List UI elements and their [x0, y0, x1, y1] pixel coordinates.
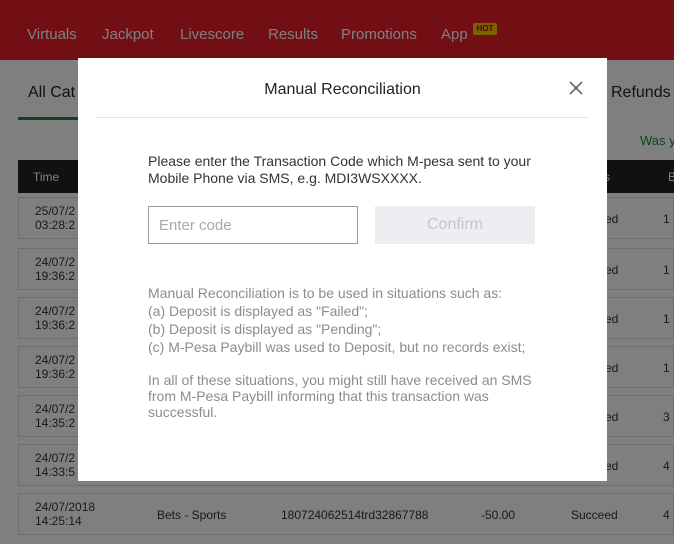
help-line: (c) M-Pesa Paybill was used to Deposit, … — [148, 339, 526, 355]
close-icon — [569, 81, 583, 95]
dialog-divider — [96, 117, 589, 118]
transaction-code-input[interactable] — [148, 206, 358, 244]
help-text: Manual Reconciliation is to be used in s… — [148, 284, 548, 356]
close-button[interactable] — [566, 78, 586, 98]
instruction-text: Please enter the Transaction Code which … — [148, 153, 531, 186]
help-line: Manual Reconciliation is to be used in s… — [148, 285, 503, 301]
help-line: (b) Deposit is displayed as "Pending"; — [148, 321, 382, 337]
confirm-button[interactable]: Confirm — [375, 206, 535, 244]
manual-reconciliation-dialog: Manual Reconciliation Please enter the T… — [78, 58, 607, 481]
dialog-title: Manual Reconciliation — [264, 81, 421, 98]
help-note: In all of these situations, you might st… — [148, 372, 532, 420]
help-line: (a) Deposit is displayed as "Failed"; — [148, 303, 369, 319]
